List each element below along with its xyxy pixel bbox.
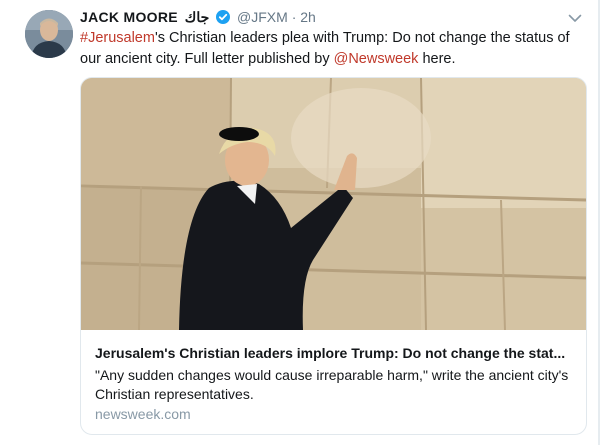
card-title[interactable]: Jerusalem's Christian leaders implore Tr…	[95, 345, 575, 361]
tweet-text: #Jerusalem's Christian leaders plea with…	[80, 28, 590, 70]
separator: ·	[291, 9, 297, 25]
card-description: "Any sudden changes would cause irrepara…	[95, 367, 569, 402]
link-card[interactable]: Jerusalem's Christian leaders implore Tr…	[80, 77, 587, 435]
avatar[interactable]	[25, 10, 73, 58]
card-domain[interactable]: newsweek.com	[95, 406, 191, 422]
tweet-text-part2: here.	[418, 51, 456, 67]
author-name[interactable]: JACK MOORE	[80, 9, 178, 25]
card-image[interactable]	[81, 78, 586, 330]
timestamp[interactable]: 2h	[300, 9, 316, 25]
avatar-photo	[25, 10, 73, 58]
verified-badge-icon	[216, 10, 231, 24]
author-name-arabic[interactable]: جاك	[185, 9, 209, 25]
tweet[interactable]: JACK MOORE جاك @JFXM · 2h #Jerusalem's C…	[0, 0, 600, 445]
author-handle[interactable]: @JFXM	[237, 9, 288, 25]
chevron-down-icon[interactable]	[566, 9, 584, 27]
hashtag-link[interactable]: #Jerusalem	[80, 30, 155, 46]
tweet-header: JACK MOORE جاك @JFXM · 2h	[80, 9, 316, 27]
mention-link[interactable]: @Newsweek	[334, 51, 419, 67]
